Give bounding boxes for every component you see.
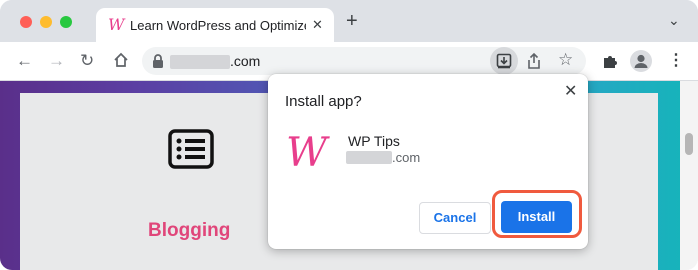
close-icon[interactable]: ✕ [564, 84, 577, 100]
url-redacted [170, 55, 230, 69]
tab-close-icon[interactable]: ✕ [312, 17, 323, 33]
app-logo-icon: W [286, 130, 328, 176]
scrollbar[interactable] [680, 81, 698, 270]
tab-search-chevron-icon[interactable]: ⌄ [668, 12, 680, 29]
app-name: WP Tips [348, 133, 400, 149]
back-icon[interactable]: ← [16, 51, 33, 71]
app-url-redacted [346, 151, 392, 164]
tab-active[interactable]: W Learn WordPress and Optimize ✕ [96, 8, 334, 42]
minimize-window-button[interactable] [40, 16, 52, 28]
maximize-window-button[interactable] [60, 16, 72, 28]
reload-icon[interactable]: ↻ [80, 51, 94, 71]
install-app-dialog: Install app? ✕ W WP Tips .com Cancel Ins… [268, 74, 588, 249]
url-text: .com [230, 53, 261, 69]
browser-window: W Learn WordPress and Optimize ✕ + ⌄ ← →… [0, 0, 698, 270]
tab-strip: W Learn WordPress and Optimize ✕ + ⌄ [0, 0, 698, 42]
profile-icon[interactable] [630, 50, 652, 72]
cancel-button[interactable]: Cancel [419, 202, 491, 234]
lock-icon[interactable] [152, 53, 164, 74]
app-url: .com [392, 150, 421, 165]
install-button[interactable]: Install [501, 201, 572, 233]
dialog-title: Install app? [285, 93, 362, 110]
list-icon [168, 129, 214, 174]
home-icon[interactable] [112, 51, 130, 74]
close-window-button[interactable] [20, 16, 32, 28]
kebab-menu-icon[interactable]: ⋮ [668, 50, 684, 70]
address-bar[interactable]: .com ☆ [142, 47, 586, 75]
forward-icon[interactable]: → [48, 51, 65, 71]
tab-title: Learn WordPress and Optimize [130, 18, 306, 33]
new-tab-button[interactable]: + [346, 11, 358, 31]
puzzle-icon[interactable] [602, 53, 618, 74]
site-favicon-icon: W [108, 15, 125, 34]
star-icon[interactable]: ☆ [558, 51, 573, 69]
share-icon[interactable] [526, 52, 542, 75]
scrollbar-thumb[interactable] [685, 133, 693, 155]
section-label-blogging[interactable]: Blogging [148, 220, 230, 242]
install-app-icon[interactable] [490, 47, 518, 75]
